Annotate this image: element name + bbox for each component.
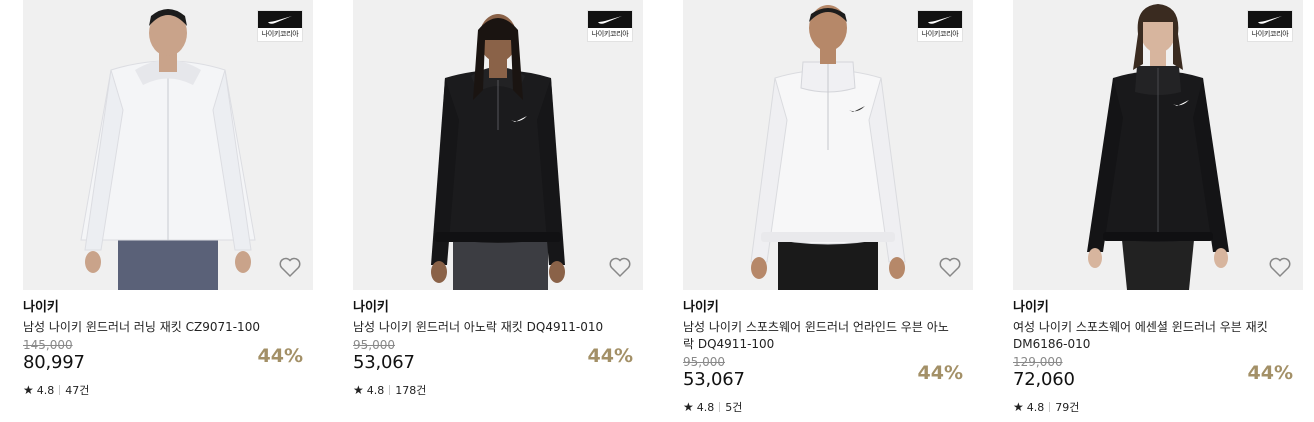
product-image[interactable]: 나이키코리아: [23, 0, 313, 290]
sale-price: 53,067: [353, 352, 415, 373]
heart-icon[interactable]: [278, 256, 302, 278]
swoosh-logo-icon: [268, 15, 292, 24]
badge-text: 나이키코리아: [591, 30, 629, 38]
brand-name: 나이키: [353, 300, 389, 315]
review-count: 178건: [395, 384, 427, 397]
heart-icon[interactable]: [608, 256, 632, 278]
star-icon: ★: [683, 400, 694, 414]
discount-rate: 44%: [257, 345, 303, 367]
swoosh-logo-icon: [1258, 15, 1282, 24]
divider: [719, 402, 721, 412]
review-count: 47건: [65, 384, 90, 397]
swoosh-logo-icon: [598, 15, 622, 24]
discount-rate: 44%: [917, 362, 963, 384]
discount-rate: 44%: [587, 345, 633, 367]
brand-name: 나이키: [1013, 300, 1049, 315]
star-icon: ★: [23, 383, 34, 397]
product-name[interactable]: 남성 나이키 스포츠웨어 윈드러너 언라인드 우븐 아노락 DQ4911-100: [683, 319, 959, 353]
review-count: 5건: [725, 401, 743, 414]
product-card[interactable]: 나이키코리아 나이키 남성 나이키 윈드러너 아노락 재킷 DQ4911-010…: [353, 0, 643, 422]
brand-name: 나이키: [23, 300, 59, 315]
product-image[interactable]: 나이키코리아: [1013, 0, 1303, 290]
product-card[interactable]: 나이키코리아 나이키 남성 나이키 스포츠웨어 윈드러너 언라인드 우븐 아노락…: [683, 0, 973, 422]
rating-row: ★ 4.8 47건: [23, 382, 313, 398]
heart-icon[interactable]: [938, 256, 962, 278]
product-card[interactable]: 나이키코리아 나이키 남성 나이키 윈드러너 러닝 재킷 CZ9071-100 …: [23, 0, 313, 422]
sale-price: 53,067: [683, 369, 745, 390]
nike-korea-badge: 나이키코리아: [587, 10, 633, 42]
nike-korea-badge: 나이키코리아: [917, 10, 963, 42]
star-icon: ★: [353, 383, 364, 397]
review-count: 79건: [1055, 401, 1080, 414]
badge-text: 나이키코리아: [261, 30, 299, 38]
rating-row: ★ 4.8 178건: [353, 382, 643, 398]
divider: [1049, 402, 1051, 412]
rating-value: 4.8: [36, 383, 55, 397]
model-photo: [80, 9, 256, 290]
product-name[interactable]: 남성 나이키 윈드러너 아노락 재킷 DQ4911-010: [353, 319, 629, 336]
rating-row: ★ 4.8 79건: [1013, 399, 1303, 415]
model-photo: [1087, 4, 1229, 290]
rating-value: 4.8: [696, 400, 715, 414]
nike-korea-badge: 나이키코리아: [1247, 10, 1293, 42]
brand-name: 나이키: [683, 300, 719, 315]
product-image[interactable]: 나이키코리아: [683, 0, 973, 290]
swoosh-logo-icon: [928, 15, 952, 24]
product-image[interactable]: 나이키코리아: [353, 0, 643, 290]
divider: [389, 385, 391, 395]
sale-price: 72,060: [1013, 369, 1075, 390]
heart-icon[interactable]: [1268, 256, 1292, 278]
product-name[interactable]: 남성 나이키 윈드러너 러닝 재킷 CZ9071-100: [23, 319, 299, 336]
star-icon: ★: [1013, 400, 1024, 414]
model-photo: [431, 14, 565, 290]
discount-rate: 44%: [1247, 362, 1293, 384]
rating-value: 4.8: [1026, 400, 1045, 414]
divider: [59, 385, 61, 395]
product-name[interactable]: 여성 나이키 스포츠웨어 에센셜 윈드러너 우븐 재킷 DM6186-010: [1013, 319, 1289, 353]
nike-korea-badge: 나이키코리아: [257, 10, 303, 42]
rating-row: ★ 4.8 5건: [683, 399, 973, 415]
rating-value: 4.8: [366, 383, 385, 397]
badge-text: 나이키코리아: [921, 30, 959, 38]
badge-text: 나이키코리아: [1251, 30, 1289, 38]
sale-price: 80,997: [23, 352, 85, 373]
model-photo: [750, 5, 906, 290]
product-card[interactable]: 나이키코리아 나이키 여성 나이키 스포츠웨어 에센셜 윈드러너 우븐 재킷 D…: [1013, 0, 1303, 422]
